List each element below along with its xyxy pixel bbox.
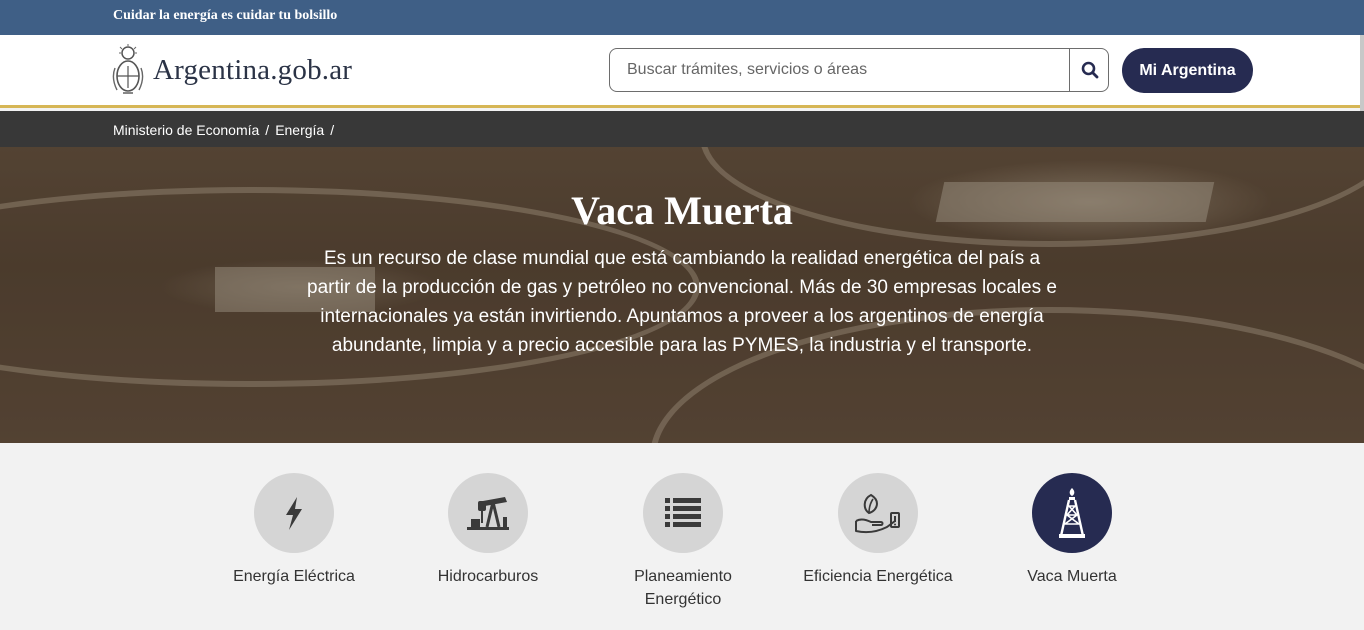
search-input[interactable]	[610, 49, 1069, 91]
lightning-icon	[286, 497, 302, 530]
card-label: Vaca Muerta	[1027, 568, 1117, 585]
card-vaca-muerta[interactable]: Vaca Muerta	[987, 473, 1157, 588]
oil-pump-icon	[467, 497, 509, 530]
top-banner-text: Cuidar la energía es cuidar tu bolsillo	[113, 8, 338, 23]
card-label: Planeamiento Energético	[634, 568, 732, 608]
card-icon-circle	[1032, 473, 1112, 553]
card-eficiencia-energetica[interactable]: Eficiencia Energética	[793, 473, 963, 588]
hero-description: Es un recurso de clase mundial que está …	[307, 248, 1057, 356]
search-button[interactable]	[1069, 49, 1108, 91]
card-label: Energía Eléctrica	[233, 568, 355, 585]
card-hidrocarburos[interactable]: Hidrocarburos	[403, 473, 573, 588]
card-label: Hidrocarburos	[437, 568, 539, 585]
top-banner: Cuidar la energía es cuidar tu bolsillo	[0, 0, 1364, 35]
card-icon-circle	[448, 473, 528, 553]
hero-banner: Vaca Muerta Es un recurso de clase mundi…	[0, 147, 1364, 443]
logo-text: Argentina.gob.ar	[153, 53, 353, 86]
card-icon-circle	[838, 473, 918, 553]
card-icon-circle	[643, 473, 723, 553]
card-label: Eficiencia Energética	[803, 568, 953, 585]
mi-argentina-button[interactable]: Mi Argentina	[1122, 48, 1253, 93]
search-box	[609, 48, 1109, 92]
list-icon	[665, 498, 701, 527]
hand-leaf-icon	[855, 493, 900, 534]
breadcrumb-separator: /	[330, 122, 335, 138]
breadcrumb-separator: /	[265, 122, 270, 138]
search-icon	[1081, 61, 1098, 79]
card-icon-circle	[254, 473, 334, 553]
coat-of-arms-icon	[112, 44, 144, 94]
oil-derrick-icon	[1059, 488, 1085, 538]
site-logo[interactable]: Argentina.gob.ar	[111, 43, 352, 97]
hero-title: Vaca Muerta	[571, 188, 793, 233]
card-planeamiento-energetico[interactable]: Planeamiento Energético	[598, 473, 768, 611]
site-header: Argentina.gob.ar Mi Argentina	[0, 35, 1364, 108]
breadcrumb-item-energia[interactable]: Energía	[275, 122, 324, 138]
breadcrumb: Ministerio de Economía / Energía /	[0, 111, 1364, 147]
category-cards: Energía Eléctrica Hidrocarburos Planeami…	[0, 443, 1364, 630]
breadcrumb-item-ministerio[interactable]: Ministerio de Economía	[113, 122, 259, 138]
card-energia-electrica[interactable]: Energía Eléctrica	[209, 473, 379, 588]
